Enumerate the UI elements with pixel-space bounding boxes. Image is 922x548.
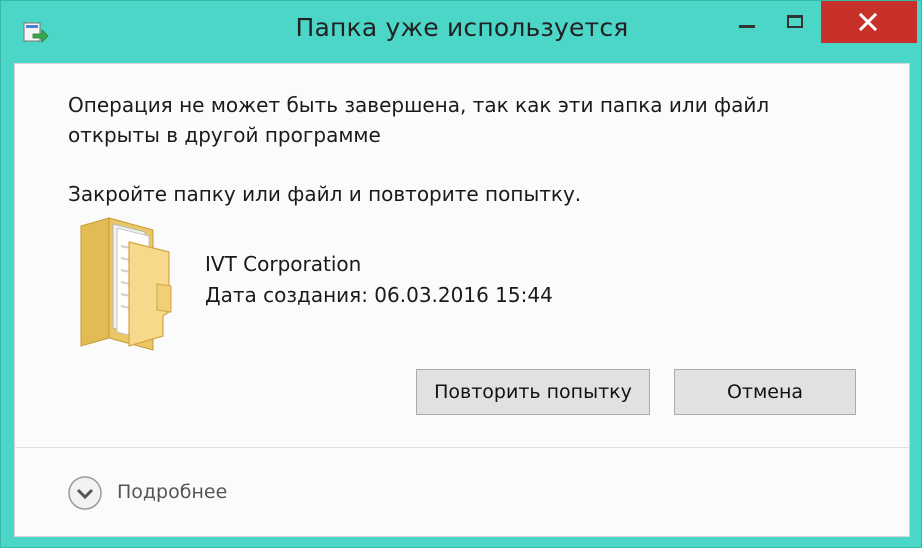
cancel-button[interactable]: Отмена [674,369,856,415]
close-button[interactable] [821,1,917,43]
chevron-down-icon[interactable] [67,475,103,511]
separator [15,447,909,448]
minimize-icon [739,25,755,28]
close-icon [858,12,878,32]
error-message: Операция не может быть завершена, так ка… [68,93,770,147]
file-created-date: Дата создания: 06.03.2016 15:44 [205,283,553,307]
maximize-icon [787,15,803,28]
maximize-button[interactable] [773,1,819,43]
title-bar[interactable]: Папка уже используется [1,1,922,63]
file-name: IVT Corporation [205,252,362,276]
instruction-message: Закройте папку или файл и повторите попы… [68,182,582,206]
folder-icon [73,212,183,352]
dialog-window: Папка уже используется Операция не может… [0,0,922,548]
dialog-content: Операция не может быть завершена, так ка… [14,63,910,537]
retry-button[interactable]: Повторить попытку [416,369,650,415]
details-label[interactable]: Подробнее [117,481,227,503]
minimize-button[interactable] [723,1,769,43]
